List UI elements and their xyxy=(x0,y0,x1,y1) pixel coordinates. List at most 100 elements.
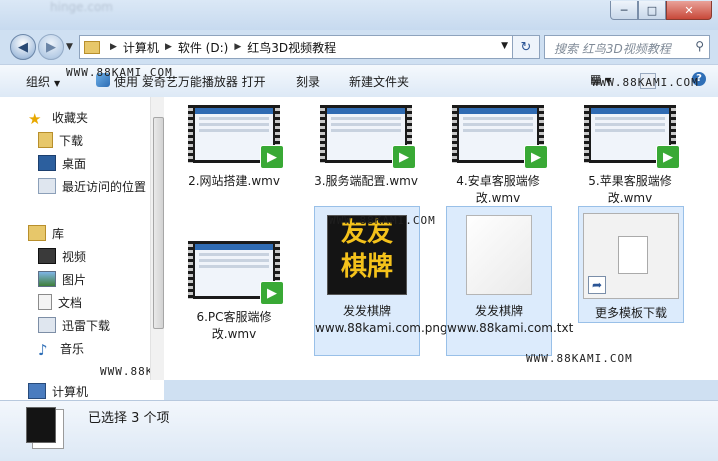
nav-xunlei-downloads[interactable]: 迅雷下载 xyxy=(38,315,110,335)
image-thumbnail: 友友 棋牌 xyxy=(327,215,407,295)
file-name: 发发棋牌www.88kami.com.txt xyxy=(447,304,574,335)
watermark: WWW.88KAMI.COM xyxy=(329,214,436,227)
star-icon: ★ xyxy=(28,110,42,128)
nav-pictures[interactable]: 图片 xyxy=(38,269,86,289)
player-badge-icon: ▶ xyxy=(656,145,680,169)
file-list: ▶ 2.网站搭建.wmv ▶ 3.服务端配置.wmv ▶ 4.安卓客服端修改.w… xyxy=(164,97,718,380)
status-text: 已选择 3 个项 xyxy=(88,411,170,426)
watermark: WWW.88KAMI.COM xyxy=(592,76,699,89)
nav-favorites[interactable]: ★ 收藏夹 xyxy=(28,107,89,128)
nav-recent-places[interactable]: 最近访问的位置 xyxy=(38,176,146,196)
nav-libraries-label: 库 xyxy=(52,226,65,241)
desktop-icon xyxy=(38,155,56,171)
nav-scroll-thumb[interactable] xyxy=(153,117,164,329)
text-file-icon xyxy=(466,215,532,295)
selection-icon xyxy=(26,407,64,449)
documents-icon xyxy=(38,294,52,310)
minimize-button[interactable]: ─ xyxy=(610,1,638,20)
search-input[interactable]: 搜索 红鸟3D视频教程 ⚲ xyxy=(544,35,710,59)
watermark: WWW.88KAMI.COM xyxy=(66,66,173,79)
nav-documents-label: 文档 xyxy=(58,295,83,310)
player-badge-icon: ▶ xyxy=(260,281,284,305)
caret-down-icon: ▼ xyxy=(54,79,61,88)
window-buttons: ─ □ ✕ xyxy=(610,1,712,20)
search-icon[interactable]: ⚲ xyxy=(695,39,704,53)
nav-documents[interactable]: 文档 xyxy=(38,292,82,312)
address-history-dropdown-icon[interactable]: ▼ xyxy=(501,41,508,51)
refresh-icon: ↻ xyxy=(520,39,532,55)
video-library-icon xyxy=(38,248,56,264)
organize-label: 组织 xyxy=(26,75,51,89)
burn-button[interactable]: 刻录 xyxy=(296,73,320,90)
nav-downloads[interactable]: 下载 xyxy=(38,130,83,150)
nav-music-label: 音乐 xyxy=(60,341,85,356)
chevron-right-icon[interactable]: ▶ xyxy=(110,42,117,52)
folder-icon xyxy=(84,40,100,54)
nav-xunlei-label: 迅雷下载 xyxy=(62,318,111,333)
file-name: 3.服务端配置.wmv xyxy=(314,174,418,188)
nav-desktop[interactable]: 桌面 xyxy=(38,153,86,173)
file-item[interactable]: ▶ 4.安卓客服端修改.wmv xyxy=(446,97,550,207)
player-badge-icon: ▶ xyxy=(392,145,416,169)
nav-pictures-label: 图片 xyxy=(62,272,87,287)
shortcut-thumbnail: ➦ xyxy=(583,213,679,299)
chevron-right-icon[interactable]: ▶ xyxy=(234,42,241,52)
new-folder-button[interactable]: 新建文件夹 xyxy=(349,73,409,90)
details-pane: 已选择 3 个项 xyxy=(0,400,718,461)
player-badge-icon: ▶ xyxy=(260,145,284,169)
breadcrumb-drive-d[interactable]: 软件 (D:) xyxy=(178,39,228,56)
maximize-button[interactable]: □ xyxy=(638,1,666,20)
library-icon xyxy=(28,225,46,241)
file-item[interactable]: ▶ 5.苹果客服端修改.wmv xyxy=(578,97,682,207)
nav-videos[interactable]: 视频 xyxy=(38,246,86,266)
player-badge-icon: ▶ xyxy=(524,145,548,169)
breadcrumb-computer[interactable]: 计算机 xyxy=(123,39,159,56)
nav-music[interactable]: ♪ 音乐 xyxy=(38,338,85,359)
address-row: ◀ ▶ ▼ ▶ 计算机 ▶ 软件 (D:) ▶ 红鸟3D视频教程 ▼ ↻ 搜索 红鸟3… xyxy=(0,30,718,62)
nav-recent-label: 最近访问的位置 xyxy=(62,179,147,194)
file-item-selected[interactable]: 友友 棋牌 发发棋牌www.88kami.com.png xyxy=(314,206,448,356)
forward-button[interactable]: ▶ xyxy=(38,34,64,60)
close-button[interactable]: ✕ xyxy=(666,1,712,20)
file-name: 4.安卓客服端修改.wmv xyxy=(456,174,540,205)
address-bar[interactable]: ▶ 计算机 ▶ 软件 (D:) ▶ 红鸟3D视频教程 ▼ xyxy=(79,35,513,59)
file-name: 更多模板下载 xyxy=(594,306,667,320)
organize-menu[interactable]: 组织 ▼ xyxy=(26,73,60,90)
recent-places-icon xyxy=(38,178,56,194)
nav-scrollbar[interactable] xyxy=(150,97,165,380)
file-item[interactable]: ▶ 3.服务端配置.wmv xyxy=(314,97,418,190)
recent-pages-dropdown-icon[interactable]: ▼ xyxy=(66,42,73,52)
nav-libraries[interactable]: 库 xyxy=(28,223,64,243)
search-placeholder: 搜索 红鸟3D视频教程 xyxy=(554,42,671,56)
navigation-pane: ★收藏夹 下载 桌面 最近访问的位置 库 视频 图片 文档 迅雷下载 ♪音乐 W… xyxy=(0,97,206,380)
file-item-selected[interactable]: ➦ 更多模板下载 xyxy=(578,206,684,323)
file-name: 2.网站搭建.wmv xyxy=(188,174,280,188)
music-icon: ♪ xyxy=(38,341,48,359)
document-icon xyxy=(618,236,648,274)
nav-videos-label: 视频 xyxy=(62,249,87,264)
file-item-selected[interactable]: 发发棋牌www.88kami.com.txt xyxy=(446,206,574,356)
file-name: 6.PC客服端修改.wmv xyxy=(196,310,272,341)
title-bar: hinge.com ─ □ ✕ xyxy=(0,0,718,30)
watermark: WWW.88KAMI.COM xyxy=(526,352,633,365)
back-button[interactable]: ◀ xyxy=(10,34,36,60)
computer-icon xyxy=(28,383,46,399)
nav-desktop-label: 桌面 xyxy=(62,156,87,171)
file-item[interactable]: ▶ 6.PC客服端修改.wmv xyxy=(182,233,286,343)
nav-downloads-label: 下载 xyxy=(59,133,84,148)
thumbnail-text: 棋牌 xyxy=(340,252,393,282)
refresh-button[interactable]: ↻ xyxy=(512,35,540,59)
download-library-icon xyxy=(38,317,56,333)
pictures-icon xyxy=(38,271,56,287)
blurred-title: hinge.com xyxy=(50,0,113,14)
file-name: 发发棋牌www.88kami.com.png xyxy=(315,304,448,335)
chevron-right-icon[interactable]: ▶ xyxy=(165,42,172,52)
nav-computer[interactable]: 计算机 xyxy=(0,380,164,400)
nav-computer-label: 计算机 xyxy=(52,384,89,399)
nav-favorites-label: 收藏夹 xyxy=(52,110,89,125)
breadcrumb-current-folder[interactable]: 红鸟3D视频教程 xyxy=(247,39,336,56)
downloads-folder-icon xyxy=(38,132,53,148)
file-item[interactable]: ▶ 2.网站搭建.wmv xyxy=(182,97,286,190)
shortcut-arrow-icon: ➦ xyxy=(588,276,606,294)
file-name: 5.苹果客服端修改.wmv xyxy=(588,174,672,205)
